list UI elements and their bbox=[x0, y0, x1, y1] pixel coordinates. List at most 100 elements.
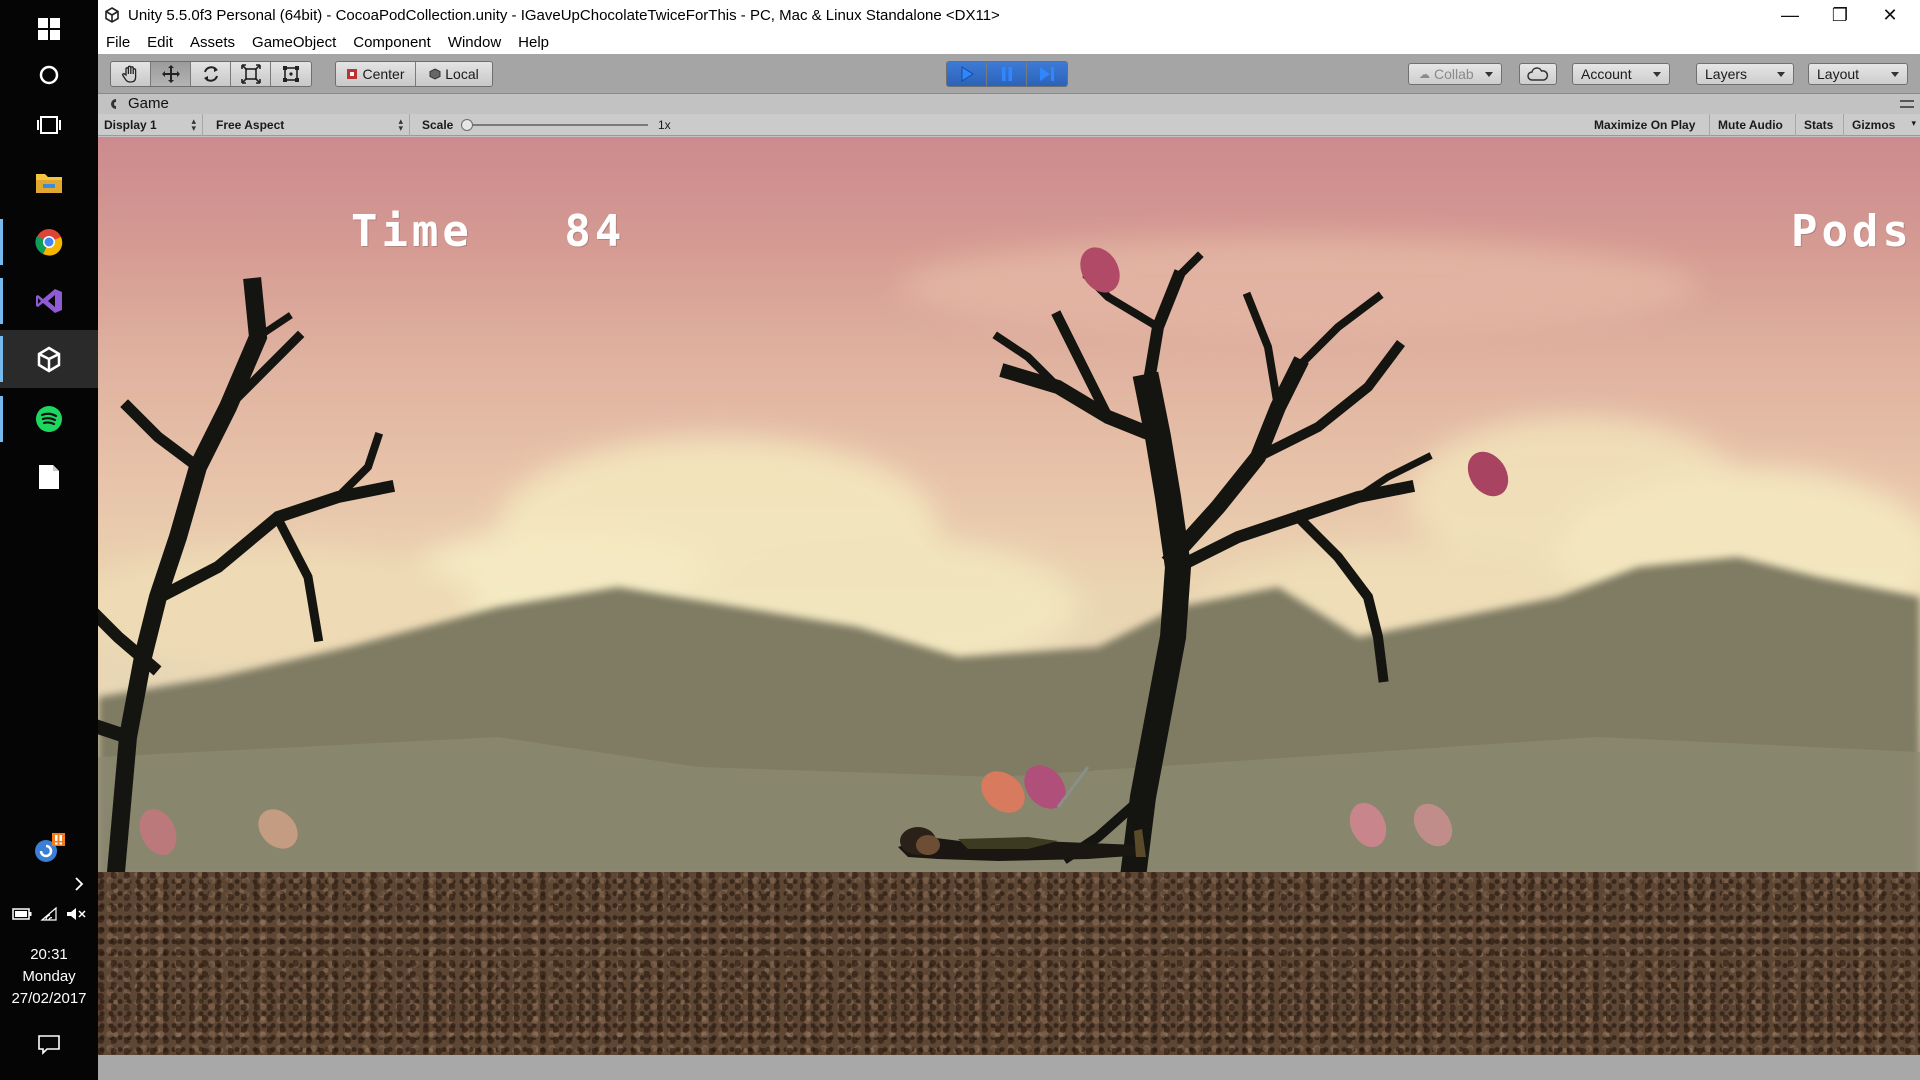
chevron-down-icon bbox=[1777, 72, 1785, 77]
action-center-button[interactable] bbox=[0, 1030, 98, 1060]
file-explorer-button[interactable] bbox=[0, 153, 98, 211]
layers-dropdown[interactable]: Layers bbox=[1696, 63, 1794, 85]
account-label: Account bbox=[1581, 66, 1632, 82]
minimize-icon: — bbox=[1781, 4, 1799, 25]
aspect-label: Free Aspect bbox=[216, 118, 285, 132]
game-tab-header: Game bbox=[98, 94, 1920, 114]
running-indicator bbox=[0, 278, 3, 324]
account-dropdown[interactable]: Account bbox=[1572, 63, 1670, 85]
display-label: Display 1 bbox=[104, 118, 157, 132]
windows-logo-icon bbox=[38, 18, 60, 40]
move-arrows-icon bbox=[161, 65, 180, 83]
menu-edit[interactable]: Edit bbox=[147, 34, 173, 51]
clock-date: 27/02/2017 bbox=[11, 990, 87, 1007]
document-icon bbox=[39, 465, 59, 489]
layout-dropdown[interactable]: Layout bbox=[1808, 63, 1908, 85]
menu-window[interactable]: Window bbox=[448, 34, 501, 51]
move-tool-button[interactable] bbox=[151, 62, 191, 86]
unity-editor-window: Unity 5.5.0f3 Personal (64bit) - CocoaPo… bbox=[98, 0, 1920, 1080]
stats-label: Stats bbox=[1804, 118, 1834, 132]
scale-label: Scale bbox=[422, 118, 454, 132]
game-view-toolbar: Display 1 ▴ ▾ Free Aspect ▴ ▾ Scale 1x Max… bbox=[98, 114, 1920, 136]
cloud-icon bbox=[1527, 67, 1549, 81]
scale-slider-track[interactable] bbox=[466, 124, 648, 126]
chrome-button[interactable] bbox=[0, 213, 98, 271]
visual-studio-button[interactable] bbox=[0, 272, 98, 330]
task-view-button[interactable] bbox=[0, 96, 98, 154]
clock-day: Monday bbox=[22, 968, 76, 985]
notepad-button[interactable] bbox=[0, 448, 98, 506]
scale-slider-thumb[interactable] bbox=[461, 119, 473, 131]
stats-toggle[interactable]: Stats bbox=[1798, 114, 1844, 136]
hud-pods-label: Pods bbox=[1790, 206, 1913, 257]
step-button[interactable] bbox=[1027, 62, 1067, 86]
collab-cloud-icon: ☁ bbox=[1419, 68, 1430, 81]
pivot-label: Center bbox=[362, 66, 405, 82]
game-viewport[interactable]: Time 84 Pods 0 / bbox=[98, 137, 1920, 1055]
running-indicator bbox=[0, 396, 3, 442]
ground-terrain bbox=[98, 872, 1920, 1055]
clock-time: 20:31 bbox=[30, 946, 68, 963]
title-bar[interactable]: Unity 5.5.0f3 Personal (64bit) - CocoaPo… bbox=[98, 0, 1920, 30]
tab-menu-icon[interactable] bbox=[1900, 100, 1914, 108]
restore-icon: ❐ bbox=[1831, 4, 1849, 25]
layers-label: Layers bbox=[1705, 66, 1748, 82]
play-icon bbox=[961, 66, 974, 82]
pivot-local-button[interactable]: Local bbox=[416, 62, 492, 86]
editor-bottom-strip bbox=[98, 1055, 1920, 1080]
aspect-dropdown[interactable]: Free Aspect ▴ ▾ bbox=[210, 114, 410, 136]
gizmos-dropdown[interactable]: Gizmos ▾ bbox=[1846, 114, 1920, 136]
updown-arrows-icon: ▴ ▾ bbox=[191, 116, 196, 133]
play-controls bbox=[946, 61, 1068, 87]
tab-game-label: Game bbox=[128, 95, 169, 112]
hud-pods-counter: Pods 0 / bbox=[1608, 155, 1920, 308]
chevron-right-icon bbox=[75, 877, 84, 891]
hud-timer: Time 84 bbox=[168, 155, 625, 308]
game-controller-icon bbox=[111, 98, 116, 109]
display-dropdown[interactable]: Display 1 ▴ ▾ bbox=[98, 114, 203, 136]
scale-tool-button[interactable] bbox=[231, 62, 271, 86]
spotify-button[interactable] bbox=[0, 390, 98, 448]
battery-icon[interactable] bbox=[12, 908, 32, 920]
menu-help[interactable]: Help bbox=[518, 34, 549, 51]
speaker-muted-icon[interactable] bbox=[66, 907, 86, 921]
play-button[interactable] bbox=[947, 62, 987, 86]
pause-icon bbox=[1001, 67, 1012, 81]
collab-label: Collab bbox=[1434, 66, 1474, 82]
hand-tool-button[interactable] bbox=[111, 62, 151, 86]
taskbar-clock[interactable]: 20:31 Monday 27/02/2017 bbox=[0, 944, 98, 1010]
chrome-icon bbox=[35, 229, 63, 256]
menu-file[interactable]: File bbox=[106, 34, 130, 51]
menu-component[interactable]: Component bbox=[353, 34, 431, 51]
tray-app-alert[interactable] bbox=[0, 828, 98, 868]
windows-taskbar: 20:31 Monday 27/02/2017 bbox=[0, 0, 98, 1080]
show-hidden-icons-button[interactable] bbox=[0, 872, 98, 896]
menu-assets[interactable]: Assets bbox=[190, 34, 235, 51]
folder-icon bbox=[36, 174, 62, 193]
menu-gameobject[interactable]: GameObject bbox=[252, 34, 336, 51]
maximize-on-play-label: Maximize On Play bbox=[1594, 118, 1696, 132]
collab-dropdown[interactable]: ☁ Collab bbox=[1408, 63, 1502, 85]
pause-button[interactable] bbox=[987, 62, 1027, 86]
rect-tool-button[interactable] bbox=[271, 62, 311, 86]
pivot-center-button[interactable]: Center bbox=[336, 62, 416, 86]
mute-audio-toggle[interactable]: Mute Audio bbox=[1712, 114, 1796, 136]
spotify-icon bbox=[36, 406, 62, 432]
hud-time-value: 84 bbox=[564, 206, 626, 257]
unity-logo-icon bbox=[105, 7, 119, 23]
menu-bar: File Edit Assets GameObject Component Wi… bbox=[98, 30, 1920, 54]
cloud-services-button[interactable] bbox=[1519, 63, 1557, 85]
unity-button[interactable] bbox=[0, 330, 98, 388]
running-indicator bbox=[0, 336, 3, 382]
system-tray-icons bbox=[0, 902, 98, 926]
scale-control: Scale 1x bbox=[416, 114, 686, 136]
task-view-icon bbox=[37, 116, 61, 134]
close-button[interactable]: ✕ bbox=[1860, 0, 1920, 30]
rotate-tool-button[interactable] bbox=[191, 62, 231, 86]
wifi-icon[interactable] bbox=[40, 907, 58, 921]
notification-icon bbox=[38, 1035, 60, 1055]
chevron-down-icon bbox=[1653, 72, 1661, 77]
maximize-on-play-toggle[interactable]: Maximize On Play bbox=[1588, 114, 1710, 136]
updater-alert-icon bbox=[35, 833, 65, 862]
tab-game[interactable]: Game bbox=[108, 95, 169, 112]
